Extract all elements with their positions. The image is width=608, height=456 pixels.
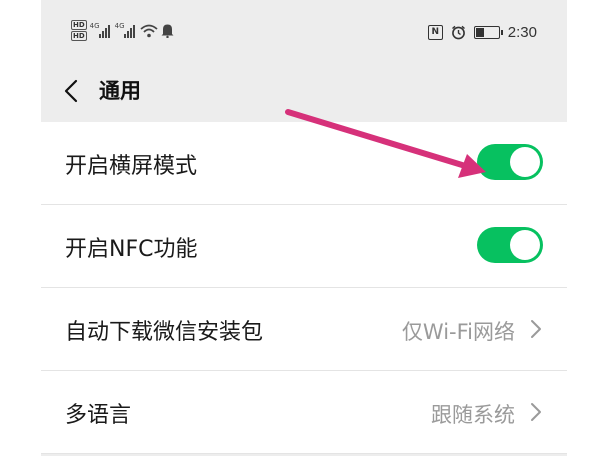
setting-label: 自动下载微信安装包 — [65, 320, 264, 345]
left-margin — [0, 0, 41, 456]
page-title: 通用 — [99, 79, 141, 103]
chevron-left-icon[interactable] — [61, 78, 85, 104]
alarm-icon — [451, 25, 465, 40]
setting-language[interactable]: 多语言 跟随系统 — [41, 371, 567, 454]
nav-bar: 通用 — [41, 60, 567, 122]
settings-list: 开启横屏模式 开启NFC功能 自动下载微信安装包 仅Wi-Fi网络 多语言 跟随… — [41, 122, 567, 454]
nfc-icon: N — [427, 25, 443, 40]
setting-label: 开启NFC功能 — [65, 237, 198, 262]
landscape-toggle[interactable] — [477, 144, 543, 180]
right-margin — [567, 0, 608, 456]
setting-value: 跟随系统 — [431, 403, 515, 427]
setting-nfc[interactable]: 开启NFC功能 — [41, 205, 567, 288]
chevron-right-icon — [531, 320, 541, 338]
hd-icon: HD HD — [71, 20, 87, 41]
battery-icon — [473, 26, 503, 39]
toggle-knob — [510, 147, 540, 177]
setting-auto-download[interactable]: 自动下载微信安装包 仅Wi-Fi网络 — [41, 288, 567, 371]
setting-label: 多语言 — [65, 403, 132, 428]
signal-icon: 4G — [115, 22, 137, 39]
chevron-right-icon — [531, 403, 541, 421]
status-left: HD HD 4G 4G — [71, 20, 174, 41]
phone-screen: HD HD 4G 4G N 2:30 通用 开启横屏模式 开启NFC功能 自动下… — [41, 0, 567, 456]
setting-label: 开启横屏模式 — [65, 154, 198, 179]
toggle-knob — [510, 230, 540, 260]
hd-badge: HD — [71, 20, 87, 30]
setting-value: 仅Wi-Fi网络 — [401, 320, 515, 344]
hd-badge: HD — [71, 31, 87, 41]
nfc-toggle[interactable] — [477, 227, 543, 263]
wifi-icon — [140, 24, 158, 37]
status-right: N 2:30 — [427, 24, 537, 41]
clock-time: 2:30 — [507, 24, 537, 41]
signal-icon: 4G — [90, 22, 112, 39]
setting-landscape-mode[interactable]: 开启横屏模式 — [41, 122, 567, 205]
status-bar: HD HD 4G 4G N 2:30 — [41, 0, 567, 60]
bell-icon — [161, 24, 174, 38]
